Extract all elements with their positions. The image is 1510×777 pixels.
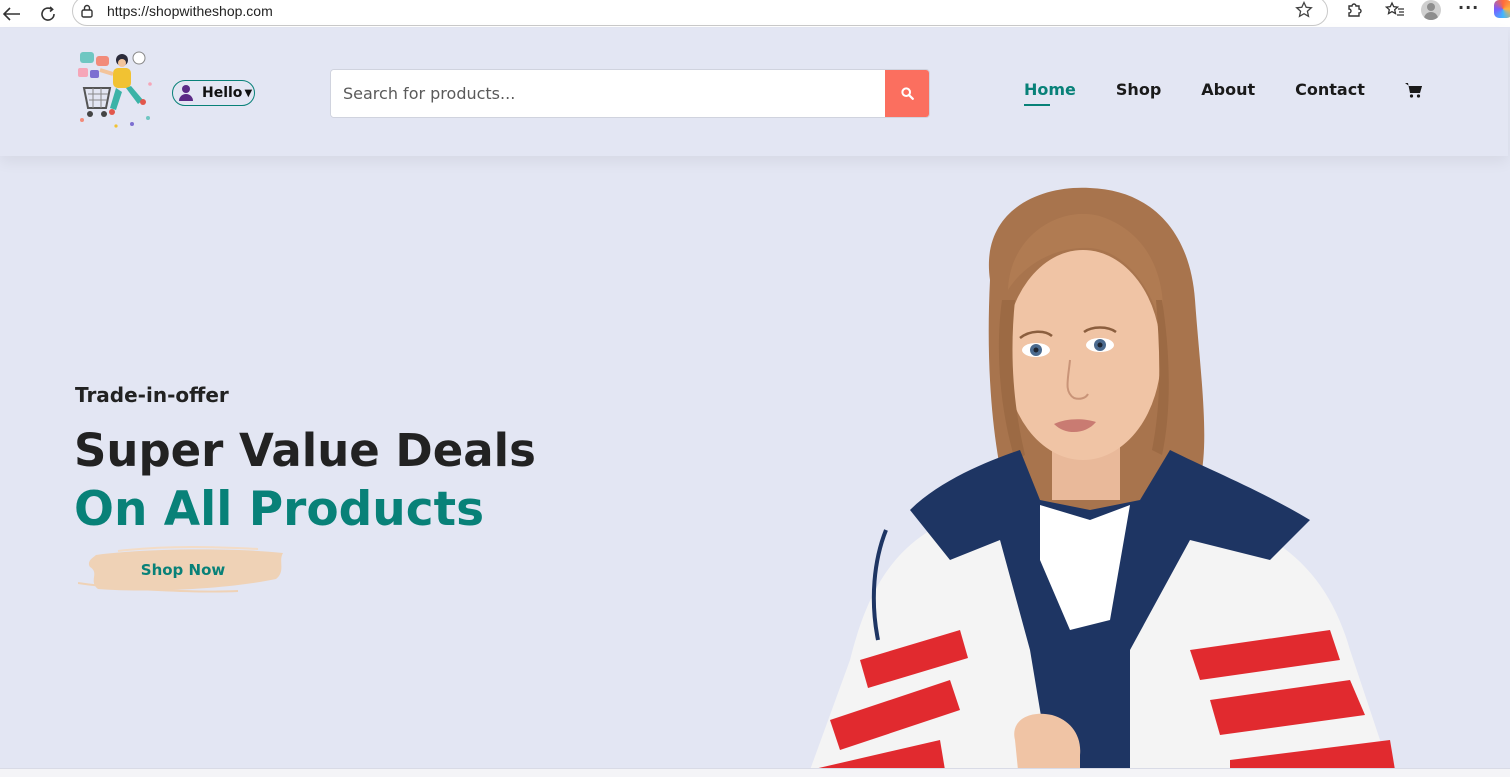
hero-subtitle: On All Products: [74, 482, 485, 537]
user-icon: [179, 85, 193, 101]
extensions-icon[interactable]: [1345, 1, 1363, 23]
site-header: Hello ▼ Home Shop About Contact: [0, 28, 1508, 156]
browser-toolbar: https://shopwitheshop.com ···: [0, 0, 1510, 27]
lock-icon[interactable]: [81, 4, 95, 18]
page-bottom-edge: [0, 768, 1510, 777]
star-icon[interactable]: [1295, 0, 1313, 23]
favorites-icon[interactable]: [1384, 1, 1405, 23]
copilot-icon[interactable]: [1494, 0, 1510, 18]
search-input[interactable]: [331, 70, 887, 117]
user-menu-label: Hello: [202, 85, 243, 101]
search-button[interactable]: [885, 70, 929, 117]
user-menu-button[interactable]: Hello ▼: [172, 80, 255, 106]
profile-icon[interactable]: [1421, 0, 1441, 20]
shop-now-label: Shop Now: [140, 561, 226, 579]
shop-logo[interactable]: [76, 48, 156, 130]
main-nav: Home Shop About Contact: [1024, 80, 1423, 106]
search-icon: [900, 87, 914, 100]
hero-kicker: Trade-in-offer: [75, 383, 229, 407]
back-icon[interactable]: [2, 4, 22, 24]
cart-icon[interactable]: [1404, 81, 1423, 99]
hero-title: Super Value Deals: [74, 424, 536, 477]
hero-model-image: [790, 180, 1410, 770]
more-icon[interactable]: ···: [1458, 0, 1479, 17]
nav-home[interactable]: Home: [1024, 80, 1076, 106]
search-bar: [330, 69, 930, 118]
caret-down-icon: ▼: [244, 87, 253, 99]
shop-now-button[interactable]: Shop Now: [78, 545, 288, 595]
nav-contact[interactable]: Contact: [1295, 80, 1365, 99]
refresh-icon[interactable]: [38, 4, 58, 24]
url-text[interactable]: https://shopwitheshop.com: [107, 3, 273, 19]
nav-shop[interactable]: Shop: [1116, 80, 1161, 99]
nav-about[interactable]: About: [1201, 80, 1255, 99]
address-bar[interactable]: https://shopwitheshop.com: [72, 0, 1328, 26]
